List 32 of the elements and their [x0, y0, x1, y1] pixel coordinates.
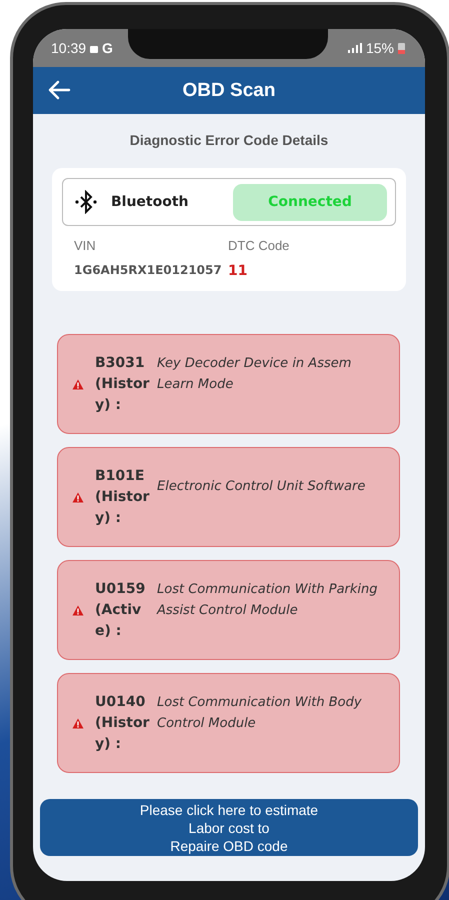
estimate-button[interactable]: Please click here to estimate Labor cost to Repaire OBD code — [40, 799, 418, 856]
error-description: Key Decoder Device in Assem Learn Mode — [157, 354, 352, 394]
bluetooth-label: Bluetooth — [111, 194, 190, 210]
bluetooth-icon — [75, 190, 97, 214]
error-description: Lost Communication With Parking Assist Control Module — [157, 580, 379, 620]
signal-icon — [348, 43, 362, 53]
vin-label: VIN — [74, 238, 97, 253]
error-code-card[interactable]: U0159 (Active) : Lost Communication With Parking Assist Control Module — [57, 560, 400, 660]
battery-percent: 15% — [366, 40, 394, 56]
error-description: Electronic Control Unit Software — [157, 478, 366, 496]
status-letter: G — [102, 40, 113, 56]
status-time: 10:39 — [51, 40, 86, 56]
error-code: B3031 (History) : — [95, 354, 150, 414]
warning-icon — [72, 492, 84, 502]
dtc-label: DTC Code — [228, 238, 290, 253]
warning-icon — [72, 378, 84, 390]
battery-icon — [398, 42, 405, 54]
back-arrow-icon[interactable] — [47, 80, 71, 100]
error-code: U0159 (Active) : — [95, 580, 146, 640]
lock-icon — [90, 43, 98, 53]
warning-icon — [72, 718, 84, 728]
dtc-count: 11 — [228, 263, 248, 279]
section-subtitle: Diagnostic Error Code Details — [128, 132, 330, 148]
screen-title: OBD Scan — [182, 80, 276, 102]
error-code: B101E (History) : — [95, 466, 150, 528]
error-code: U0140 (History) : — [95, 692, 150, 754]
error-code-card[interactable]: U0140 (History) : Lost Communication With Body Control Module — [57, 673, 400, 773]
error-code-card[interactable]: B3031 (History) : Key Decoder Device in Assem Learn Mode — [57, 334, 400, 434]
vin-value: 1G6AH5RX1E0121057 — [74, 263, 223, 279]
connection-status: Connected — [233, 184, 387, 220]
error-description: Lost Communication With Body Control Module — [157, 694, 363, 732]
warning-icon — [72, 604, 84, 616]
